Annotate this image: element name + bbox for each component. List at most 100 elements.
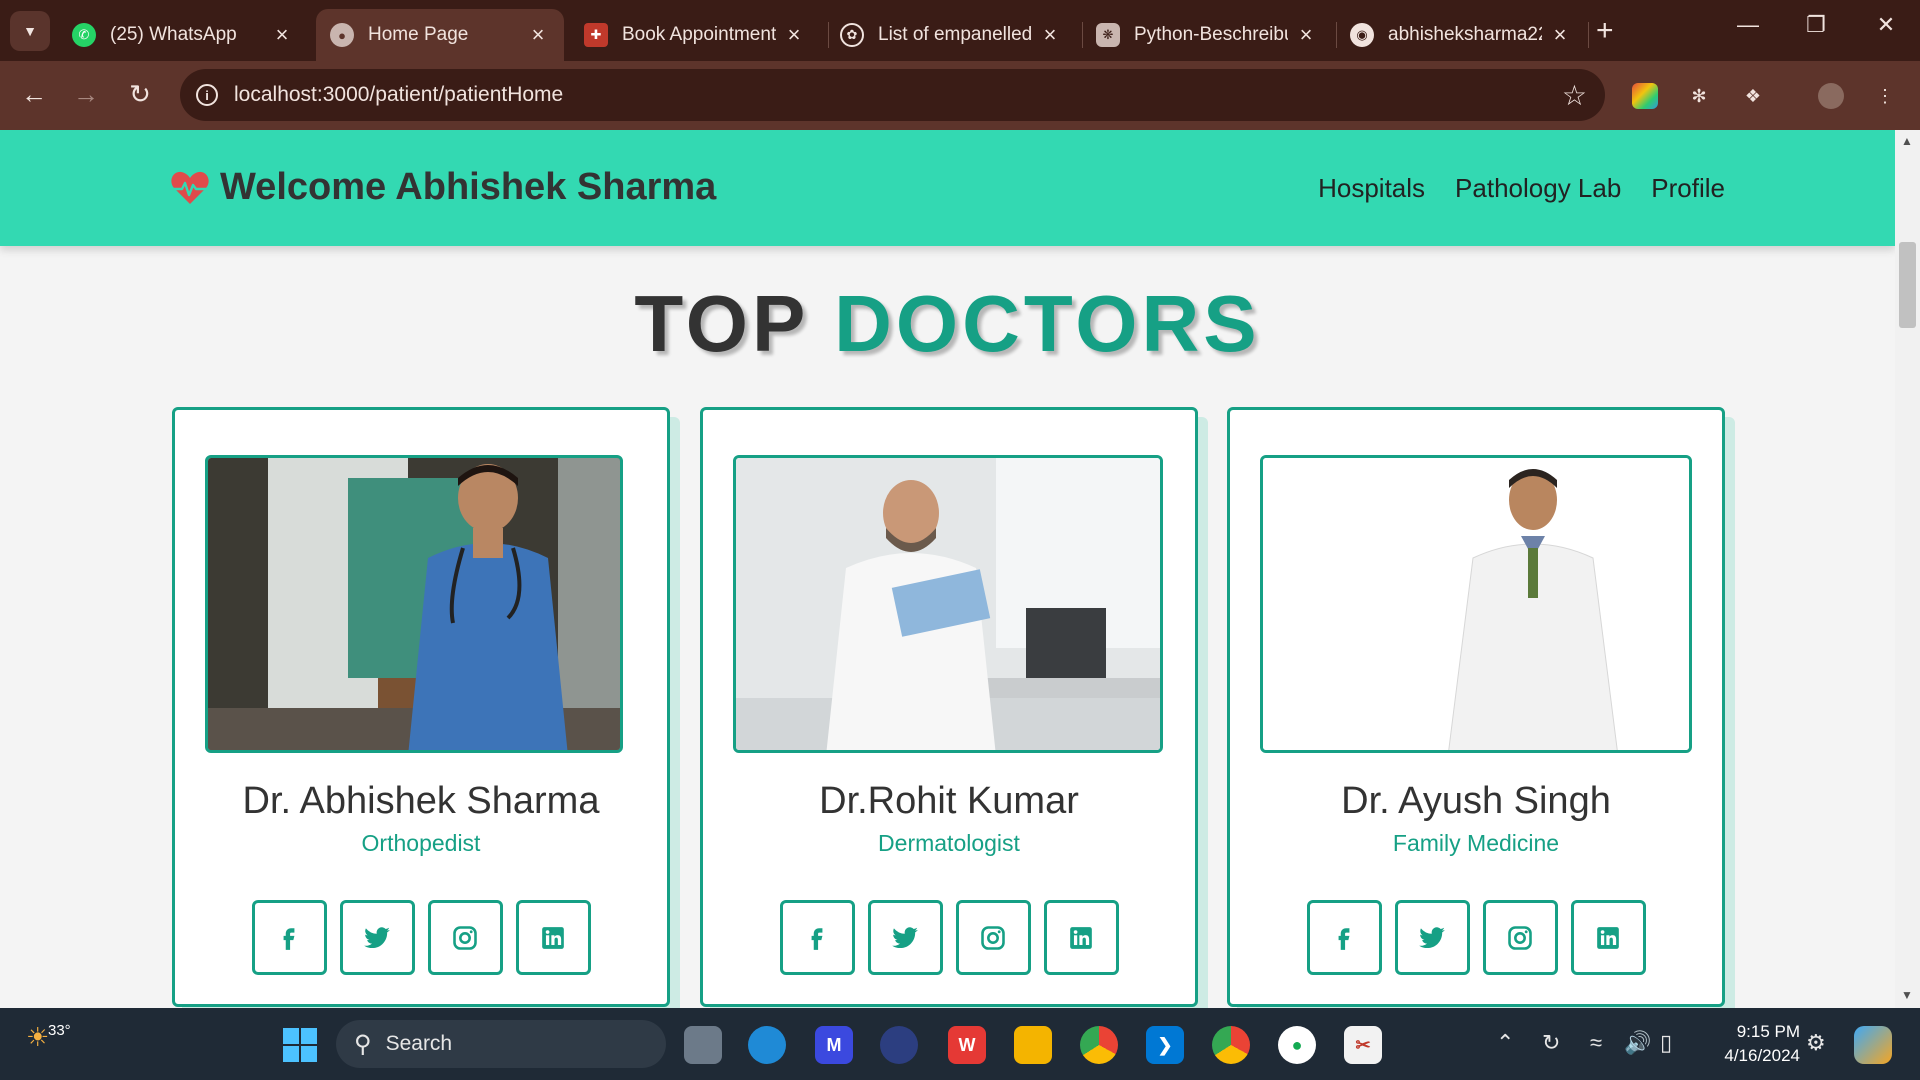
app-icon[interactable]: M (815, 1026, 853, 1064)
brand[interactable]: Welcome Abhishek Sharma (170, 166, 716, 209)
twitter-icon (892, 926, 918, 948)
mongodb-compass-icon[interactable]: ● (1278, 1026, 1316, 1064)
page-scrollbar[interactable]: ▲ ▼ (1895, 130, 1920, 1008)
snipping-tool-icon[interactable]: ✂ (1344, 1026, 1382, 1064)
twitter-button[interactable] (867, 900, 943, 975)
close-icon[interactable]: × (782, 22, 806, 48)
volume-icon[interactable]: 🔊 (1624, 1030, 1651, 1056)
site-info-icon[interactable]: i (196, 84, 218, 106)
instagram-button[interactable] (1482, 900, 1558, 975)
bookmark-star-icon[interactable]: ☆ (1562, 79, 1587, 112)
sync-icon[interactable]: ↻ (1542, 1030, 1560, 1056)
forward-icon[interactable]: → (68, 79, 104, 110)
tab-title: List of empanelled (878, 24, 1032, 45)
profile-avatar-icon[interactable] (1818, 83, 1844, 109)
tab-github[interactable]: ◉ abhisheksharma22 × (1336, 9, 1586, 61)
twitter-icon (364, 926, 390, 948)
linkedin-button[interactable] (515, 900, 591, 975)
taskbar-search[interactable]: ⚲ Search (336, 1020, 666, 1068)
facebook-icon (283, 927, 295, 950)
extensions-puzzle-icon[interactable]: ❖ (1740, 83, 1766, 109)
cookie-extension-icon[interactable]: ✻ (1686, 83, 1712, 109)
site-navbar: Welcome Abhishek Sharma Hospitals Pathol… (0, 130, 1895, 246)
doctor-photo (1260, 455, 1692, 753)
twitter-button[interactable] (339, 900, 415, 975)
social-links (1230, 900, 1722, 975)
file-explorer-icon[interactable] (1014, 1026, 1052, 1064)
close-icon[interactable]: × (1548, 22, 1572, 48)
chatgpt-icon: ❋ (1096, 23, 1120, 47)
weather-widget[interactable]: ☀ 33° (26, 1022, 71, 1053)
browser-toolbar: ← → ↻ i localhost:3000/patient/patientHo… (0, 61, 1920, 130)
close-icon[interactable]: × (1038, 22, 1062, 48)
doctor-specialty: Dermatologist (878, 830, 1020, 856)
wifi-icon[interactable]: ≈ (1590, 1030, 1602, 1056)
clock-date: 4/16/2024 (1724, 1046, 1800, 1065)
facebook-button[interactable] (779, 900, 855, 975)
twitter-icon (1419, 926, 1445, 948)
browser-tab-bar: ▼ ✆ (25) WhatsApp × ● Home Page × ✚ Book… (0, 0, 1920, 61)
tray-chevron-icon[interactable]: ⌃ (1496, 1030, 1514, 1056)
wps-office-icon[interactable]: W (948, 1026, 986, 1064)
url-text[interactable]: localhost:3000/patient/patientHome (234, 83, 1562, 107)
tab-title: (25) WhatsApp (110, 24, 237, 45)
tab-whatsapp[interactable]: ✆ (25) WhatsApp × (58, 9, 308, 61)
github-icon: ◉ (1350, 23, 1374, 47)
linkedin-button[interactable] (1043, 900, 1119, 975)
linkedin-button[interactable] (1570, 900, 1646, 975)
instagram-icon (981, 925, 1005, 950)
tab-title: abhisheksharma22 (1388, 24, 1542, 45)
whatsapp-icon: ✆ (72, 23, 96, 47)
welcome-title: Welcome Abhishek Sharma (220, 166, 717, 208)
instagram-button[interactable] (427, 900, 503, 975)
facebook-icon (1338, 927, 1350, 950)
facebook-button[interactable] (1306, 900, 1382, 975)
scrollbar-thumb[interactable] (1899, 242, 1916, 328)
linkedin-icon (1070, 926, 1092, 949)
task-view-icon[interactable] (684, 1026, 722, 1064)
close-icon[interactable]: × (270, 22, 294, 48)
nav-links: Hospitals Pathology Lab Profile (1318, 173, 1725, 204)
facebook-button[interactable] (251, 900, 327, 975)
address-bar[interactable]: i localhost:3000/patient/patientHome ☆ (180, 69, 1605, 121)
vscode-icon[interactable]: ❯ (1146, 1026, 1184, 1064)
eclipse-icon[interactable] (880, 1026, 918, 1064)
menu-kebab-icon[interactable]: ⋮ (1872, 83, 1898, 109)
close-window-icon[interactable]: ✕ (1866, 12, 1906, 38)
nav-link-pathology-lab[interactable]: Pathology Lab (1455, 173, 1621, 204)
tab-home-page[interactable]: ● Home Page × (316, 9, 564, 61)
edge-icon[interactable] (748, 1026, 786, 1064)
social-links (703, 900, 1195, 975)
tab-empanelled-list[interactable]: ✿ List of empanelled × (826, 9, 1076, 61)
color-picker-extension-icon[interactable] (1632, 83, 1658, 109)
scroll-down-icon[interactable]: ▼ (1901, 988, 1913, 1002)
scroll-up-icon[interactable]: ▲ (1901, 134, 1913, 148)
twitter-button[interactable] (1394, 900, 1470, 975)
search-icon: ⚲ (354, 1030, 372, 1058)
restore-icon[interactable]: ❐ (1796, 12, 1836, 38)
tab-book-appointment[interactable]: ✚ Book Appointment × (570, 9, 820, 61)
chrome-icon[interactable] (1080, 1026, 1118, 1064)
heading-doctors: DOCTORS (834, 279, 1261, 368)
instagram-button[interactable] (955, 900, 1031, 975)
system-clock[interactable]: 9:15 PM 4/16/2024 (1700, 1020, 1800, 1068)
nav-link-profile[interactable]: Profile (1651, 173, 1725, 204)
nav-link-hospitals[interactable]: Hospitals (1318, 173, 1425, 204)
close-icon[interactable]: × (526, 22, 550, 48)
notification-icon[interactable]: ⚙ (1806, 1030, 1826, 1056)
tab-python-beschreibung[interactable]: ❋ Python-Beschreibu × (1082, 9, 1332, 61)
windows-start-icon[interactable] (281, 1026, 319, 1064)
back-icon[interactable]: ← (16, 79, 52, 110)
tab-title: Python-Beschreibu (1134, 24, 1288, 45)
chrome-active-icon[interactable] (1212, 1026, 1250, 1064)
tab-search-button[interactable]: ▼ (10, 11, 50, 51)
new-tab-button[interactable]: + (1596, 14, 1614, 48)
taskbar: ☀ 33° ⚲ Search M W ❯ ● ✂ ⌃ ↻ ≈ 🔊 ▯ 9:15 … (0, 1008, 1920, 1080)
tab-separator (1588, 22, 1589, 48)
close-icon[interactable]: × (1294, 22, 1318, 48)
section-heading: TOP DOCTORS (0, 278, 1895, 370)
copilot-icon[interactable] (1854, 1026, 1892, 1064)
battery-icon[interactable]: ▯ (1660, 1030, 1672, 1056)
minimize-icon[interactable]: — (1728, 12, 1768, 38)
reload-icon[interactable]: ↻ (122, 79, 158, 110)
